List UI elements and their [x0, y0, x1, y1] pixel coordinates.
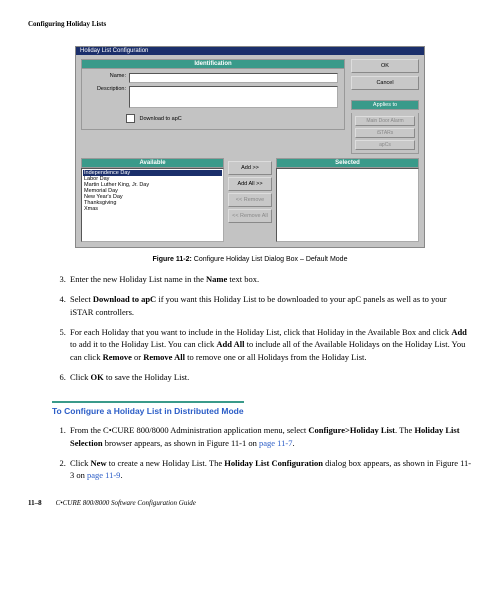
dist-step-2: Click New to create a new Holiday List. …: [68, 457, 472, 482]
steps-list-3-6: Enter the new Holiday List name in the N…: [28, 273, 472, 383]
download-to-apc-checkbox[interactable]: [126, 114, 135, 123]
page-number: 11–8: [28, 499, 42, 507]
download-to-apc-label: Download to apC: [140, 116, 182, 122]
step-6: Click OK to save the Holiday List.: [68, 371, 472, 383]
add-all-button[interactable]: Add All >>: [228, 177, 272, 191]
holiday-list-config-dialog: Holiday List Configuration Identificatio…: [75, 46, 425, 248]
add-button[interactable]: Add >>: [228, 161, 272, 175]
applies-main-door[interactable]: Main Door Alarm: [355, 116, 415, 126]
page-footer: 11–8 C•CURE 800/8000 Software Configurat…: [28, 499, 472, 507]
section-subheading: To Configure a Holiday List in Distribut…: [52, 401, 244, 416]
applies-to-header: Applies to: [351, 100, 419, 110]
step-3: Enter the new Holiday List name in the N…: [68, 273, 472, 285]
ok-button[interactable]: OK: [351, 59, 419, 73]
figure-caption: Figure 11-2: Configure Holiday List Dial…: [28, 256, 472, 263]
footer-title: C•CURE 800/8000 Software Configuration G…: [56, 499, 196, 507]
remove-button[interactable]: << Remove: [228, 193, 272, 207]
dialog-title-bar: Holiday List Configuration: [76, 47, 424, 55]
cancel-button[interactable]: Cancel: [351, 76, 419, 90]
page-header: Configuring Holiday Lists: [28, 20, 472, 28]
name-label: Name:: [88, 73, 129, 79]
description-label: Description:: [88, 86, 129, 92]
list-item[interactable]: Xmas: [83, 206, 222, 212]
name-input[interactable]: [129, 73, 338, 83]
steps-list-1-2: From the C•CURE 800/8000 Administration …: [28, 424, 472, 481]
remove-all-button[interactable]: << Remove All: [228, 209, 272, 223]
applies-apcs[interactable]: apCs: [355, 140, 415, 150]
selected-list[interactable]: [276, 168, 419, 242]
selected-header: Selected: [276, 158, 419, 168]
step-4: Select Download to apC if you want this …: [68, 293, 472, 318]
dist-step-1: From the C•CURE 800/8000 Administration …: [68, 424, 472, 449]
applies-istars[interactable]: iSTARs: [355, 128, 415, 138]
available-header: Available: [81, 158, 224, 168]
step-5: For each Holiday that you want to includ…: [68, 326, 472, 363]
available-list[interactable]: Independence Day Labor Day Martin Luther…: [81, 168, 224, 242]
identification-header: Identification: [81, 59, 345, 69]
description-input[interactable]: [129, 86, 338, 108]
